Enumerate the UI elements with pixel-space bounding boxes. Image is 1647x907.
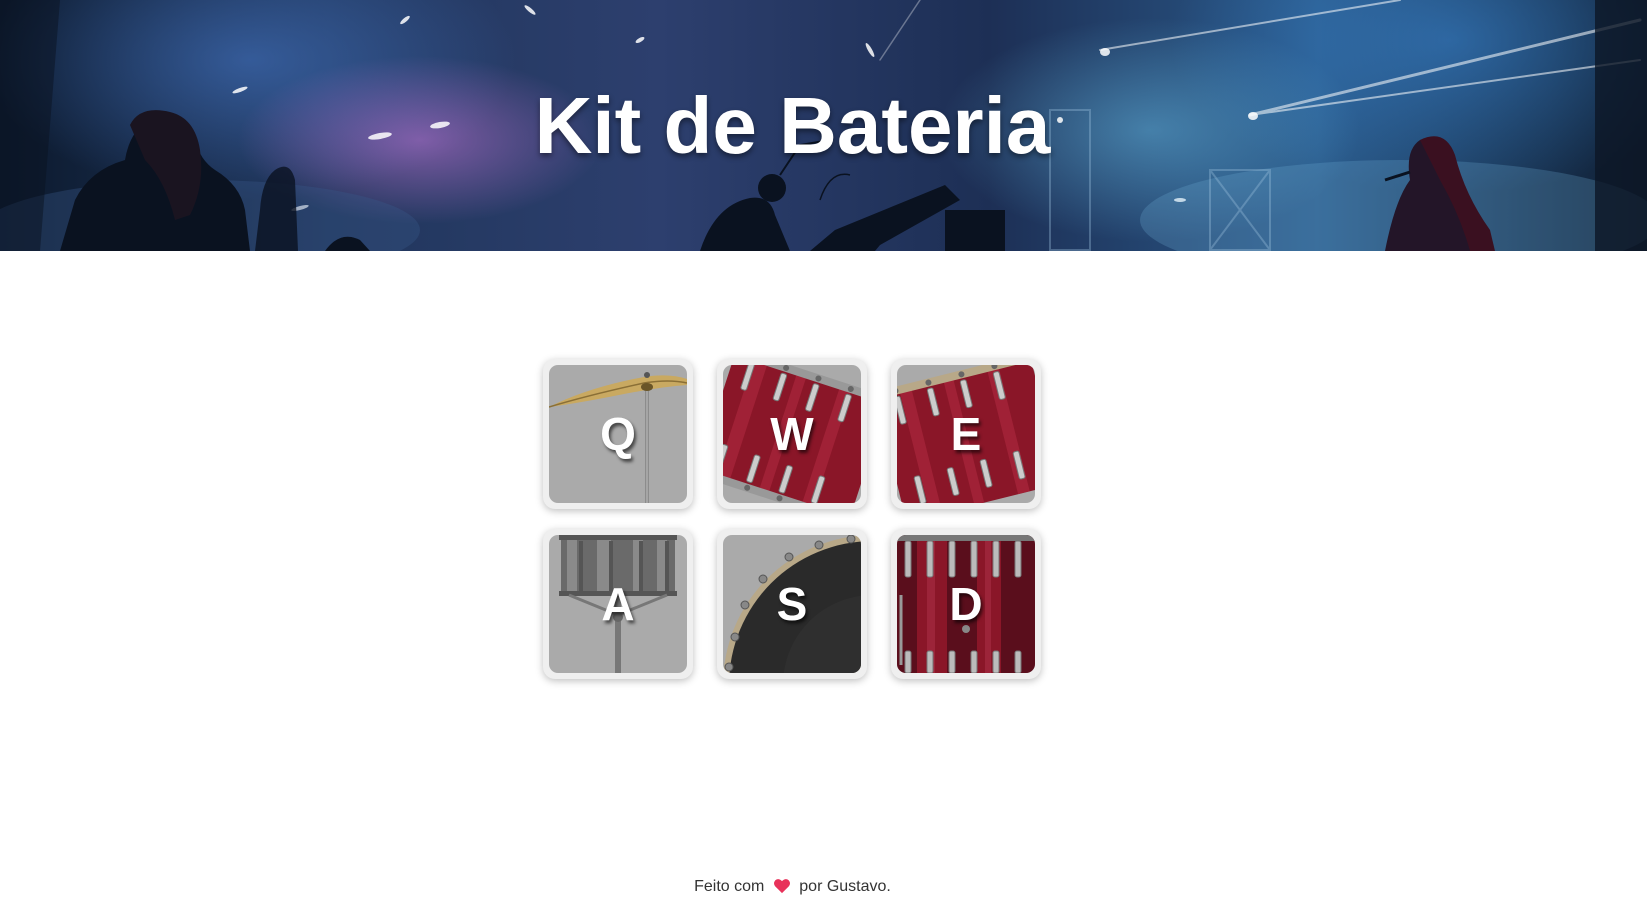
drum-pad-d[interactable]: D bbox=[891, 529, 1041, 679]
drum-pad-w[interactable]: W bbox=[717, 359, 867, 509]
drum-pads-grid: Q W E A S D bbox=[543, 359, 1043, 679]
drum-pad-q[interactable]: Q bbox=[543, 359, 693, 509]
drum-pad-s[interactable]: S bbox=[717, 529, 867, 679]
footer-suffix: por Gustavo. bbox=[799, 878, 891, 895]
pad-key-label: D bbox=[949, 578, 983, 630]
pad-key-label: E bbox=[950, 408, 982, 460]
drum-pad-e[interactable]: E bbox=[891, 359, 1041, 509]
pad-key-label: A bbox=[601, 578, 635, 630]
pad-key-label: S bbox=[776, 578, 808, 630]
pad-key-label: W bbox=[770, 408, 814, 460]
drum-pad-a[interactable]: A bbox=[543, 529, 693, 679]
page-title: Kit de Bateria bbox=[534, 81, 1051, 170]
footer-prefix: Feito com bbox=[694, 878, 765, 895]
heart-icon bbox=[773, 879, 790, 894]
hero-banner: Kit de Bateria bbox=[0, 0, 1647, 251]
pad-key-label: Q bbox=[600, 408, 636, 460]
footer: Feito com por Gustavo. bbox=[0, 878, 1585, 896]
